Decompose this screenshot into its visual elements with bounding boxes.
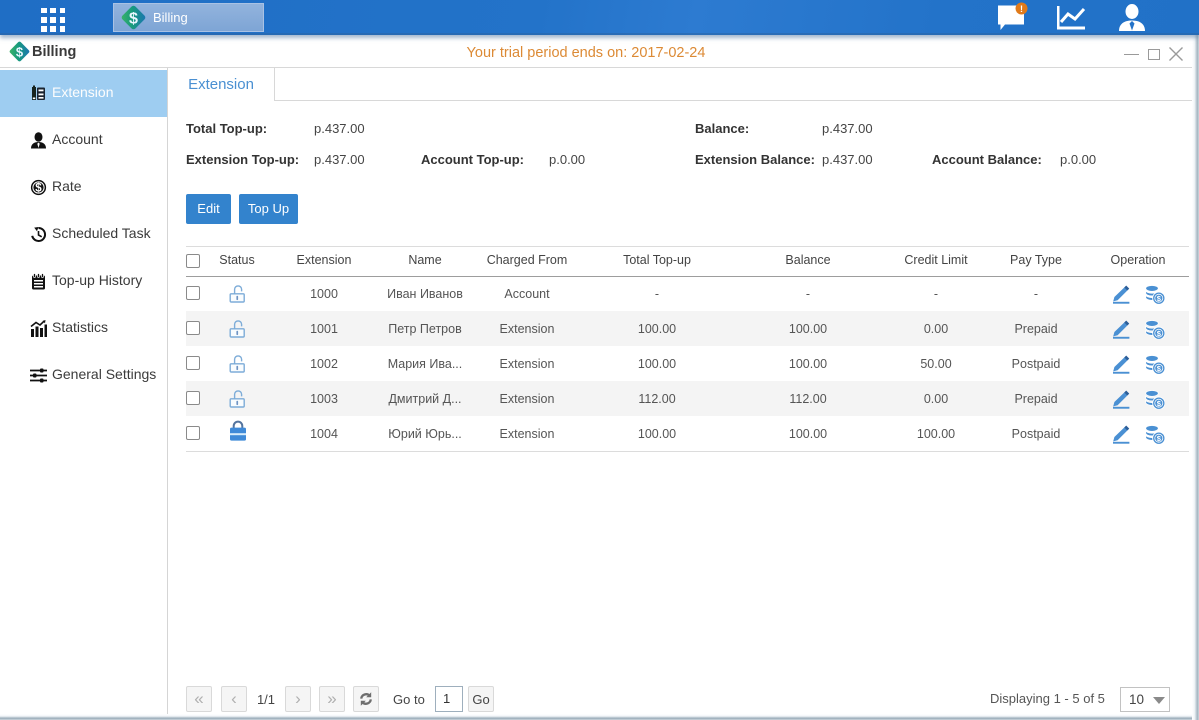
svg-text:!: ! [1020,4,1023,14]
svg-text:$: $ [129,9,138,27]
svg-text:$: $ [35,183,42,195]
